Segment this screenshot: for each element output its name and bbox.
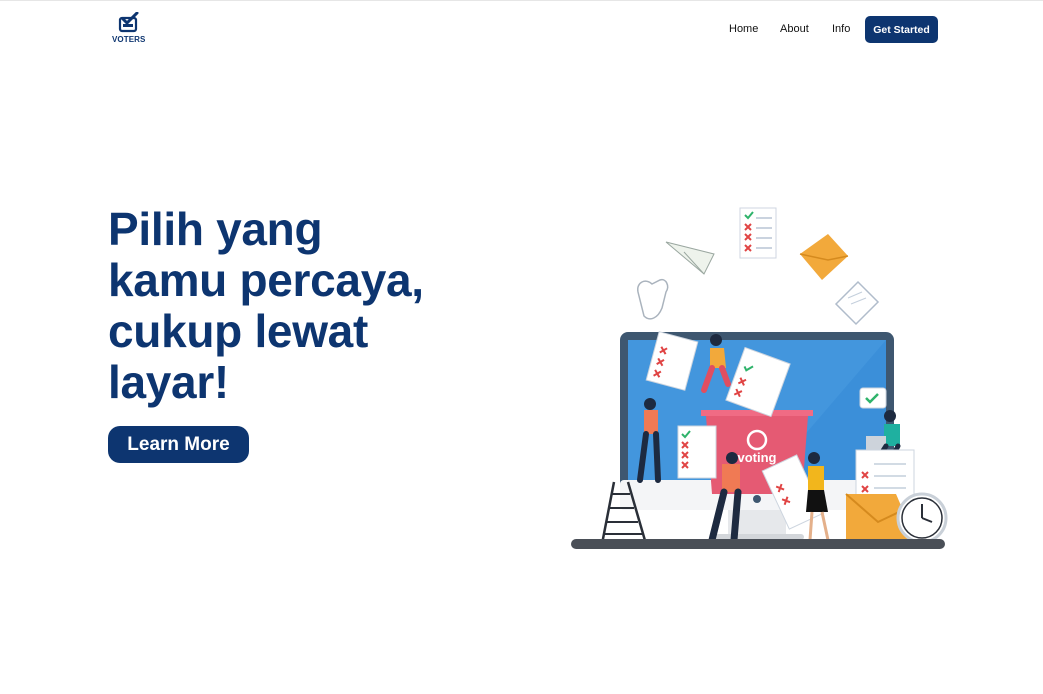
nav-link-info[interactable]: Info [832,23,850,35]
nav-link-about[interactable]: About [780,23,809,35]
ballot-box-label: voting [738,450,777,465]
hero-title-line: cukup lewat [108,305,368,357]
illustration-svg: voting [571,207,948,549]
ballot-check-icon [118,12,139,33]
chat-check-icon [859,387,887,409]
hero-title-line: layar! [108,356,229,408]
hero-title-line: Pilih yang [108,203,323,255]
e-voting-illustration: voting [566,204,956,556]
get-started-button[interactable]: Get Started [865,16,938,43]
learn-more-button[interactable]: Learn More [108,426,249,463]
brand-name: VOTERS [112,35,146,44]
document-icon [834,280,880,326]
brand-logo[interactable]: VOTERS [112,12,148,44]
top-border [0,0,1043,1]
clock-icon [896,492,948,544]
hero-title: Pilih yang kamu percaya, cukup lewat lay… [108,204,488,408]
floating-ballot-paper-icon [739,207,777,259]
paper-plane-icon [665,241,715,275]
hero-title-line: kamu percaya, [108,254,424,306]
ballot-paper-icon [677,425,717,479]
nav-link-home[interactable]: Home [729,23,758,35]
hand-icon [637,278,669,320]
envelope-icon [799,234,849,280]
